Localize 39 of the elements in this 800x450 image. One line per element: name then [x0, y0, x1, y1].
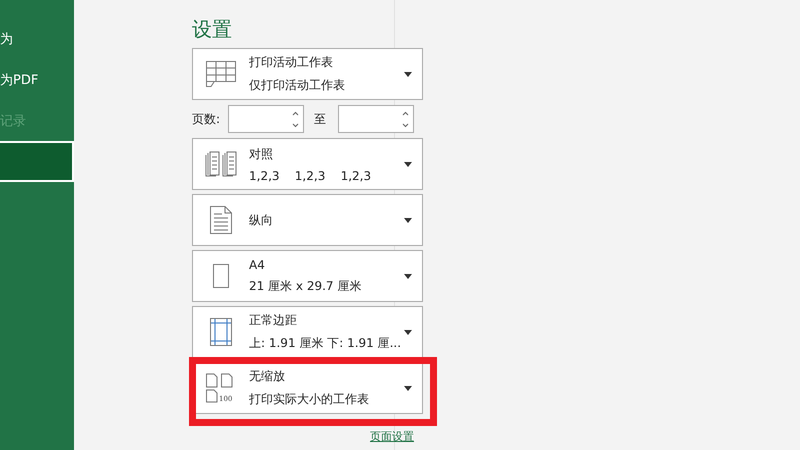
to-label: 至 [314, 110, 326, 128]
setting-dropdown[interactable]: 正常边距 上: 1.91 厘米 下: 1.91 厘... [192, 306, 423, 358]
option-title: 无缩放 [249, 368, 286, 385]
spin-arrows-icon [292, 111, 300, 128]
option-subtitle: 1,2,3 1,2,3 1,2,3 [249, 168, 372, 182]
option-subtitle: 打印实际大小的工作表 [249, 391, 370, 408]
caret-icon [404, 386, 412, 390]
caret-icon [404, 72, 412, 76]
section-title: 设置 [192, 16, 233, 43]
page-to-field[interactable] [338, 105, 414, 133]
setting-dropdown[interactable]: 对照 1,2,3 1,2,3 1,2,3 [192, 138, 423, 190]
blank-page-icon [213, 264, 229, 288]
page-from-field[interactable] [228, 105, 304, 133]
spin-arrows-icon [402, 111, 410, 128]
option-title: 对照 [249, 146, 274, 162]
sidebar-item[interactable]: 为 [0, 18, 74, 59]
sidebar-item[interactable]: 为PDF [0, 59, 74, 100]
option-title: 打印活动工作表 [249, 54, 334, 71]
setting-dropdown[interactable]: 纵向 [192, 194, 423, 246]
option-subtitle: 上: 1.91 厘米 下: 1.91 厘... [249, 335, 402, 352]
option-title: 纵向 [249, 212, 274, 228]
pages-label: 页数: [192, 110, 220, 128]
caret-icon [404, 274, 412, 278]
grid-sheet-icon [206, 61, 236, 87]
option-title: 正常边距 [249, 312, 298, 329]
caret-icon [404, 330, 412, 334]
margins-page-icon [210, 318, 232, 346]
caret-icon [404, 162, 412, 166]
pages-icon [206, 374, 232, 402]
caret-icon [404, 218, 412, 222]
option-subtitle: 仅打印活动工作表 [249, 77, 346, 94]
option-subtitle: 21 厘米 x 29.7 厘米 [249, 278, 362, 294]
page-setup-link[interactable]: 页面设置 [370, 430, 414, 443]
document-icon [210, 206, 232, 234]
option-title: A4 [249, 258, 266, 272]
setting-dropdown[interactable]: A4 21 厘米 x 29.7 厘米 [192, 250, 423, 302]
stacked-pages-icon [205, 151, 237, 177]
sidebar-item[interactable] [0, 141, 74, 182]
setting-dropdown[interactable]: 打印活动工作表 仅打印活动工作表 [192, 48, 423, 100]
